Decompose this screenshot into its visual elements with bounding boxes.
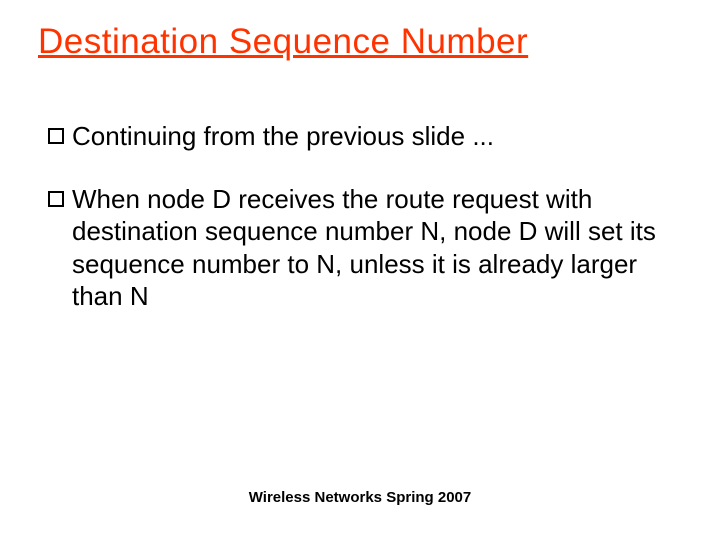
square-bullet-icon — [48, 191, 64, 207]
bullet-item: Continuing from the previous slide ... — [48, 120, 668, 153]
bullet-item: When node D receives the route request w… — [48, 183, 668, 313]
slide-footer: Wireless Networks Spring 2007 — [0, 489, 720, 506]
slide: Destination Sequence Number Continuing f… — [0, 0, 720, 540]
slide-body: Continuing from the previous slide ... W… — [48, 120, 668, 343]
bullet-text: When node D receives the route request w… — [72, 183, 668, 313]
slide-title: Destination Sequence Number — [38, 22, 528, 62]
square-bullet-icon — [48, 128, 64, 144]
bullet-text: Continuing from the previous slide ... — [72, 120, 668, 153]
